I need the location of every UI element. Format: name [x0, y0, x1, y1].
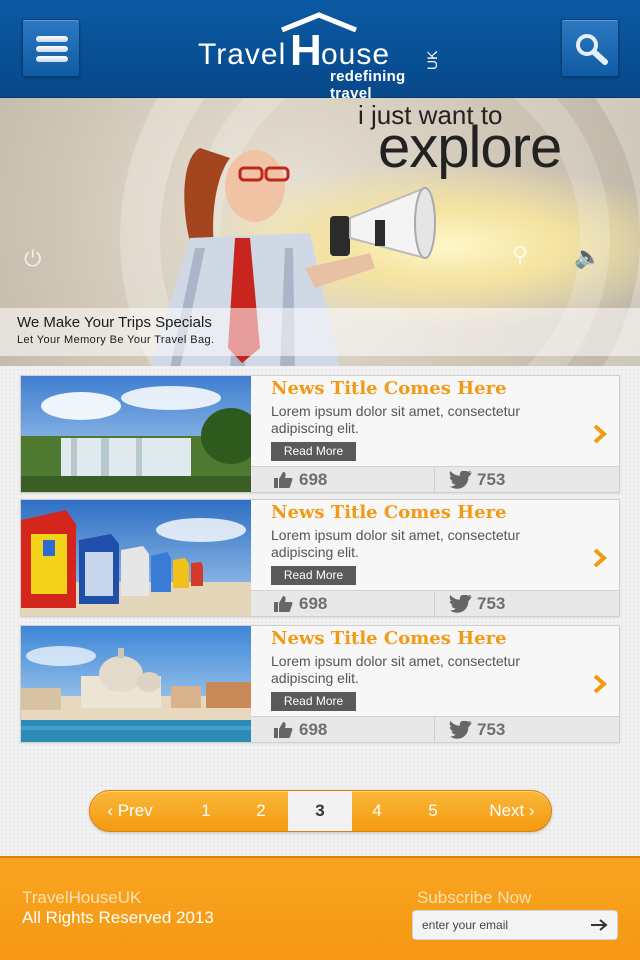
tweet-count[interactable]: 753 [435, 591, 619, 617]
news-excerpt: Lorem ipsum dolor sit amet, consectetur … [271, 403, 520, 436]
waterfall-photo [21, 376, 251, 492]
read-more-button[interactable]: Read More [271, 442, 356, 461]
page-1-button[interactable]: 1 [178, 791, 234, 831]
like-count[interactable]: 698 [251, 717, 435, 743]
arrow-right-icon[interactable] [590, 918, 608, 932]
hero-caption-title: We Make Your Trips Specials [17, 314, 212, 331]
read-more-button[interactable]: Read More [271, 692, 356, 711]
news-title[interactable]: News Title Comes Here [271, 502, 507, 523]
news-card[interactable]: News Title Comes Here Lorem ipsum dolor … [20, 625, 620, 743]
like-count-value: 698 [299, 594, 328, 613]
page-4-button[interactable]: 4 [352, 791, 402, 831]
like-count-value: 698 [299, 720, 328, 739]
like-count[interactable]: 698 [251, 467, 435, 493]
news-thumbnail[interactable] [21, 500, 251, 616]
news-stats: 698 753 [251, 716, 619, 743]
next-page-button[interactable]: Next › [472, 791, 551, 831]
like-count-value: 698 [299, 470, 328, 489]
news-card[interactable]: News Title Comes Here Lorem ipsum dolor … [20, 499, 620, 617]
search-icon [576, 34, 608, 65]
like-count[interactable]: 698 [251, 591, 435, 617]
news-thumbnail[interactable] [21, 626, 251, 742]
footer-copyright: All Rights Reserved 2013 [22, 908, 214, 927]
next-label: Next [489, 801, 525, 820]
twitter-bird-icon [449, 721, 472, 739]
venice-photo [21, 626, 251, 742]
pagination: ‹ Prev 1 2 3 4 5 Next › [89, 790, 552, 832]
tweet-count-value: 753 [477, 594, 506, 613]
news-excerpt: Lorem ipsum dolor sit amet, consectetur … [271, 653, 520, 686]
hero-banner: ⏻ ⚲ 🔈 i just want to explore We Make You… [0, 98, 640, 366]
prev-page-button[interactable]: ‹ Prev [90, 791, 170, 831]
chevron-right-icon[interactable] [592, 674, 608, 694]
chevron-left-icon: ‹ [107, 801, 113, 820]
footer: TravelHouseUK All Rights Reserved 2013 S… [0, 856, 640, 960]
news-excerpt: Lorem ipsum dolor sit amet, consectetur … [271, 527, 520, 560]
logo[interactable]: Travel H ouse UK redefining travel [198, 12, 448, 102]
beach-huts-photo [21, 500, 251, 616]
twitter-bird-icon [449, 595, 472, 613]
search-glyph-icon: ⚲ [512, 242, 529, 267]
news-title[interactable]: News Title Comes Here [271, 378, 507, 399]
logo-house: ouse [321, 38, 391, 71]
news-stats: 698 753 [251, 590, 619, 617]
logo-tagline: redefining travel [330, 68, 406, 102]
subscribe-email-input[interactable] [412, 910, 618, 940]
tweet-count-value: 753 [477, 720, 506, 739]
prev-label: Prev [117, 801, 153, 820]
chevron-right-icon: › [529, 801, 535, 820]
logo-h: H [290, 26, 322, 75]
page-2-button[interactable]: 2 [234, 791, 288, 831]
tweet-count[interactable]: 753 [435, 717, 619, 743]
news-title[interactable]: News Title Comes Here [271, 628, 507, 649]
subscribe-label: Subscribe Now [417, 888, 532, 907]
footer-brand: TravelHouseUK [22, 888, 142, 907]
megaphone-icon [330, 186, 436, 260]
tweet-count[interactable]: 753 [435, 467, 619, 493]
thumbs-up-icon [274, 596, 293, 612]
news-thumbnail[interactable] [21, 376, 251, 492]
news-stats: 698 753 [251, 466, 619, 493]
speaker-icon: 🔈 [574, 244, 602, 269]
news-card[interactable]: News Title Comes Here Lorem ipsum dolor … [20, 375, 620, 493]
hamburger-icon [36, 36, 68, 62]
twitter-bird-icon [449, 471, 472, 489]
thumbs-up-icon [274, 722, 293, 738]
hero-caption-subtitle: Let Your Memory Be Your Travel Bag. [17, 334, 215, 346]
page-3-button[interactable]: 3 [288, 791, 352, 831]
menu-button[interactable] [22, 19, 80, 77]
page-5-button[interactable]: 5 [402, 791, 464, 831]
logo-travel: Travel [198, 38, 287, 71]
hero-tagline-big: explore [378, 115, 562, 180]
search-button[interactable] [561, 19, 619, 77]
read-more-button[interactable]: Read More [271, 566, 356, 585]
power-icon: ⏻ [24, 246, 42, 271]
thumbs-up-icon [274, 472, 293, 488]
chevron-right-icon[interactable] [592, 424, 608, 444]
header: Travel H ouse UK redefining travel [0, 0, 640, 102]
tweet-count-value: 753 [477, 470, 506, 489]
chevron-right-icon[interactable] [592, 548, 608, 568]
